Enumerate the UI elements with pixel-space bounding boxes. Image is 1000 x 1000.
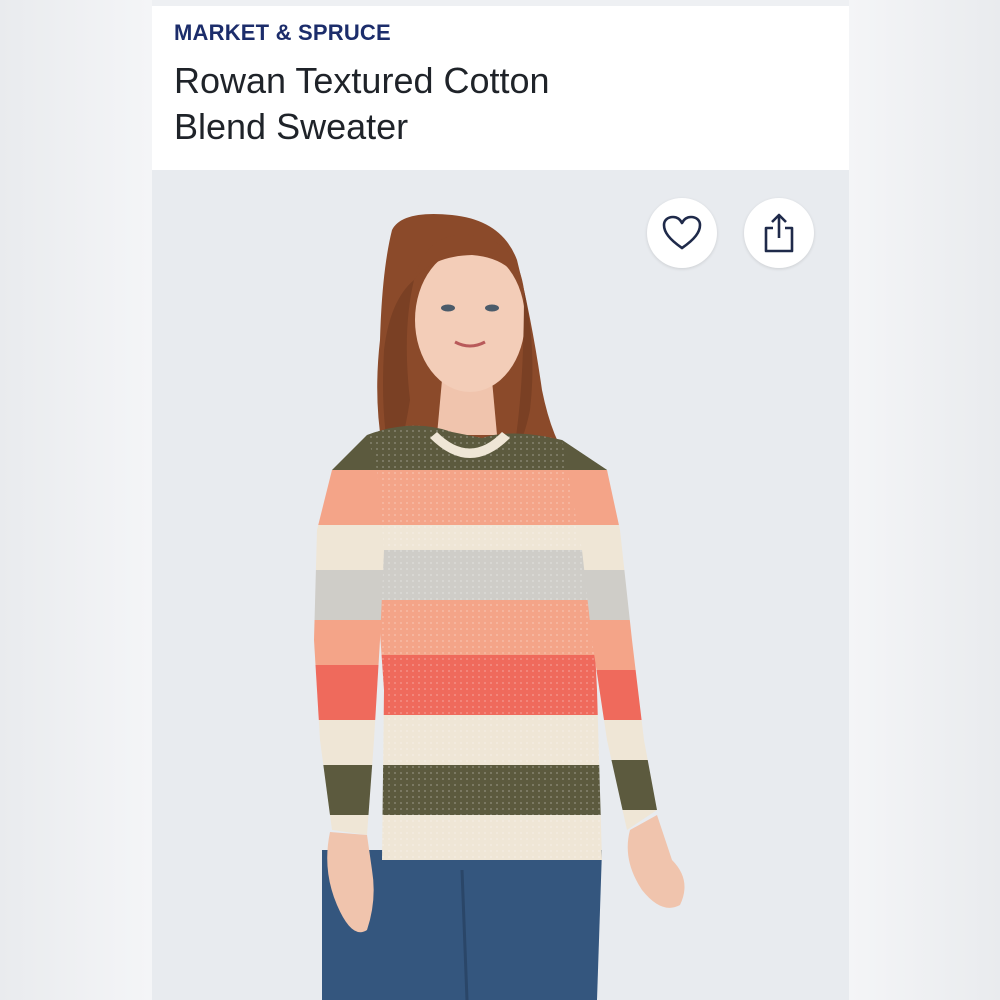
- product-header: MARKET & SPRUCE Rowan Textured Cotton Bl…: [152, 6, 849, 170]
- heart-icon: [661, 214, 703, 252]
- product-title: Rowan Textured Cotton Blend Sweater: [174, 58, 774, 150]
- share-button[interactable]: [744, 198, 814, 268]
- product-title-line-1: Rowan Textured Cotton: [174, 60, 550, 101]
- product-image[interactable]: [152, 170, 849, 1000]
- right-hand: [627, 815, 685, 908]
- brand-name[interactable]: MARKET & SPRUCE: [174, 20, 391, 46]
- share-icon: [762, 212, 796, 254]
- product-card: MARKET & SPRUCE Rowan Textured Cotton Bl…: [152, 0, 849, 1000]
- favorite-button[interactable]: [647, 198, 717, 268]
- product-title-line-2: Blend Sweater: [174, 106, 409, 147]
- model-photo: [314, 214, 685, 1000]
- face: [415, 248, 525, 392]
